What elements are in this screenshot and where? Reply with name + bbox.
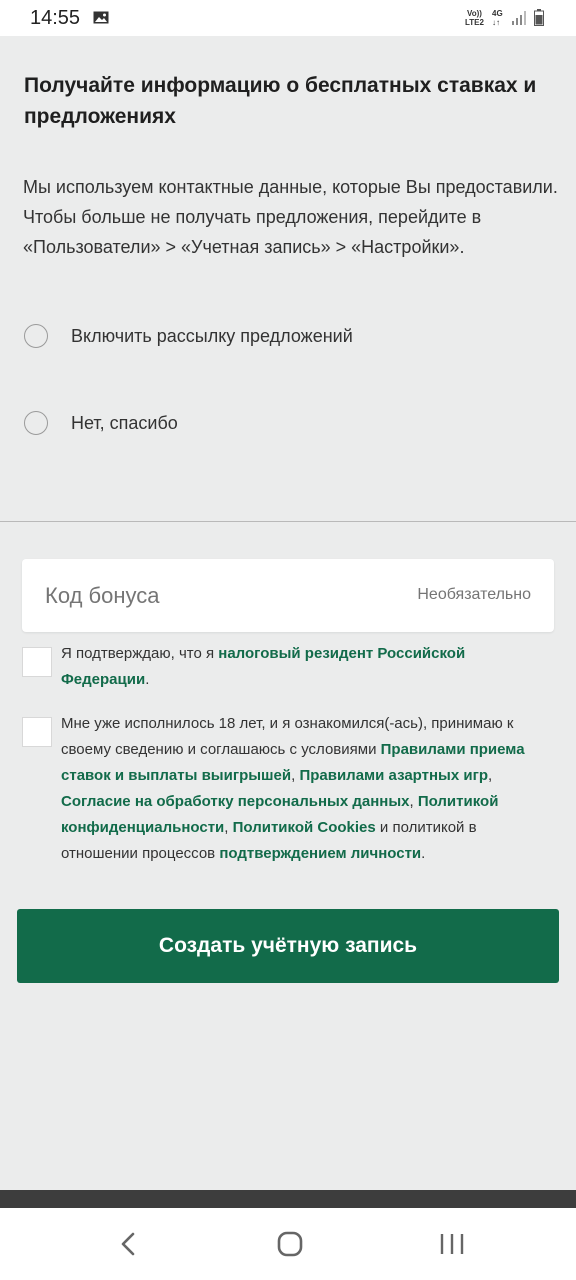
offers-info-text: Мы используем контактные данные, которые… [23,177,558,257]
radio-button[interactable] [24,411,48,435]
4g-indicator: 4G ↓↑ [492,9,503,27]
radio-button[interactable] [24,324,48,348]
radio-label: Нет, спасибо [71,412,178,433]
terms-checkbox[interactable] [22,717,52,747]
bonus-code-placeholder: Код бонуса [45,583,160,608]
radio-no-thanks[interactable]: Нет, спасибо [24,408,178,438]
offers-title: Получайте информацию о бесплатных ставка… [24,74,537,128]
radio-enable-offers[interactable]: Включить рассылку предложений [24,321,353,351]
gambling-rules-link[interactable]: Правилами азартных игр [299,767,488,784]
image-icon [93,11,109,24]
recent-apps-icon[interactable] [432,1226,472,1262]
identity-verification-link[interactable]: подтверждением личности [219,845,421,862]
terms-text: Мне уже исполнилось 18 лет, и я ознакоми… [61,715,525,862]
tax-resident-checkbox[interactable] [22,647,52,677]
create-account-button[interactable]: Создать учётную запись [17,909,559,983]
optional-label: Необязательно [417,586,531,603]
signal-icon [512,11,526,25]
status-bar: 14:55 Vo)) LTE2 4G ↓↑ [0,0,576,36]
volte-lte-indicator: Vo)) LTE2 [465,9,484,27]
bonus-code-input[interactable]: Код бонуса Необязательно [22,559,554,632]
navigation-bar [0,1208,576,1280]
battery-icon [534,9,544,26]
section-divider [0,521,576,522]
tax-resident-text: Я подтверждаю, что я налоговый резидент … [61,645,466,688]
personal-data-consent-link[interactable]: Согласие на обработку персональных данны… [61,793,409,810]
radio-label: Включить рассылку предложений [71,325,353,346]
cookies-policy-link[interactable]: Политикой Cookies [233,819,376,836]
home-icon[interactable] [270,1226,310,1262]
back-icon[interactable] [109,1226,149,1262]
bottom-edge [0,1190,576,1208]
status-time: 14:55 [30,7,81,29]
